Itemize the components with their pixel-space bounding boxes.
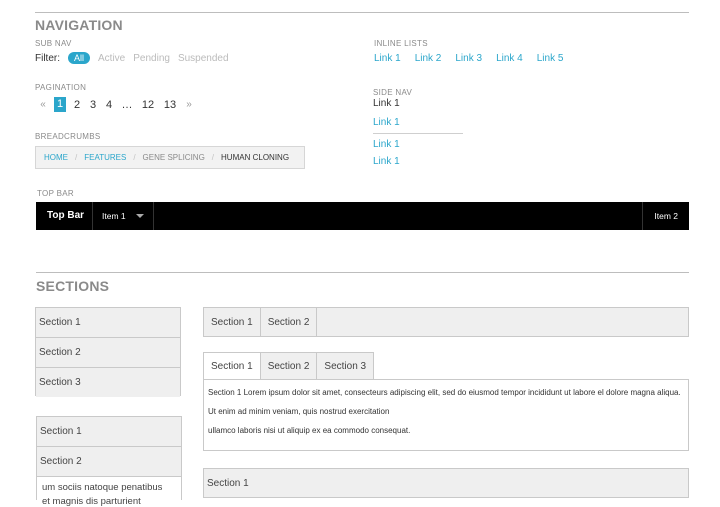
side-nav-divider [373,133,463,134]
pagination-page[interactable]: 13 [159,99,181,111]
breadcrumb-features[interactable]: FEATURES [84,153,126,162]
sections-divider [36,272,689,273]
side-nav-item[interactable]: Link 1 [373,139,400,150]
accordion-2-text: um sociis natoque penatibus [42,482,163,493]
breadcrumbs-caption: BREADCRUMBS [35,132,101,141]
breadcrumb-home[interactable]: HOME [44,153,68,162]
inline-link[interactable]: Link 3 [455,53,482,64]
tab-content-text: Section 1 Lorem ipsum dolor sit amet, co… [208,388,681,397]
sub-nav-item-active[interactable]: Active [98,53,125,64]
inline-link[interactable]: Link 5 [537,53,564,64]
pagination-page-current[interactable]: 1 [54,97,66,112]
pagination-caption: PAGINATION [35,83,87,92]
breadcrumb-separator: / [133,153,136,162]
accordion-section-3[interactable]: Section 3 [36,368,180,397]
sub-nav-item-suspended[interactable]: Suspended [178,53,229,64]
bottom-section-1[interactable]: Section 1 [204,469,688,497]
sub-nav-item-pending[interactable]: Pending [133,53,170,64]
top-bar-item-1-label: Item 1 [102,211,126,221]
sub-nav-item-all[interactable]: All [68,52,91,64]
inline-lists-caption: INLINE LISTS [374,39,428,48]
breadcrumb: HOME / FEATURES / GENE SPLICING / HUMAN … [35,146,305,169]
inline-link[interactable]: Link 1 [374,53,401,64]
section-tab-1[interactable]: Section 1 [204,308,261,336]
tab-section-1[interactable]: Section 1 [204,353,261,379]
accordion-2-text: et magnis dis parturient [42,496,141,507]
breadcrumb-gene-splicing[interactable]: GENE SPLICING [143,153,205,162]
top-bar-caption: TOP BAR [37,189,74,198]
tab-section-3[interactable]: Section 3 [317,353,374,379]
sub-nav-caption: SUB NAV [35,39,72,48]
tab-content: Section 1 Lorem ipsum dolor sit amet, co… [203,379,689,451]
navigation-heading: NAVIGATION [35,17,123,33]
pagination-prev[interactable]: « [35,99,51,110]
navigation-divider [35,12,689,13]
chevron-down-icon [135,214,144,218]
accordion-section-2[interactable]: Section 2 [36,338,180,368]
side-nav-caption: SIDE NAV [373,88,413,97]
accordion-2: Section 1 Section 2 um sociis natoque pe… [36,416,182,507]
inline-link[interactable]: Link 2 [415,53,442,64]
section-tab-bar: Section 1 Section 2 [203,307,689,337]
pagination: « 1 2 3 4 … 12 13 » [35,97,197,112]
accordion-section-1[interactable]: Section 1 [36,308,180,338]
bottom-section-panel: Section 1 [203,468,689,498]
accordion-2-section-1[interactable]: Section 1 [37,417,181,447]
section-tab-2[interactable]: Section 2 [260,308,318,336]
tab-section-2[interactable]: Section 2 [260,353,318,379]
tab-content-text: Ut enim ad minim veniam, quis nostrud ex… [208,407,390,416]
sections-heading: SECTIONS [36,278,110,294]
top-bar: Top Bar Item 1 Item 2 [36,202,689,230]
pagination-next[interactable]: » [181,99,197,110]
side-nav-item[interactable]: Link 1 [373,156,400,167]
breadcrumb-separator: / [211,153,215,162]
pagination-page[interactable]: 3 [85,99,101,111]
pagination-page[interactable]: 4 [101,99,117,111]
tabs: Section 1 Section 2 Section 3 [203,352,375,379]
inline-link[interactable]: Link 4 [496,53,523,64]
side-nav-item-active[interactable]: Link 1 [373,98,400,109]
accordion-2-content: um sociis natoque penatibus et magnis di… [37,477,181,507]
breadcrumb-human-cloning: HUMAN CLONING [221,153,290,162]
inline-list: Link 1 Link 2 Link 3 Link 4 Link 5 [374,53,563,64]
top-bar-item-2[interactable]: Item 2 [642,202,689,230]
top-bar-item-1[interactable]: Item 1 [92,202,154,230]
pagination-ellipsis: … [121,98,133,111]
vertical-accordion: Section 1 Section 2 Section 3 [35,307,181,397]
top-bar-brand[interactable]: Top Bar [47,210,84,221]
pagination-page[interactable]: 2 [69,99,85,111]
tab-content-text: ullamco laboris nisi ut aliquip ex ea co… [208,426,411,435]
pagination-page[interactable]: 12 [137,99,159,111]
filter-label: Filter: [35,52,60,64]
side-nav-item[interactable]: Link 1 [373,117,400,128]
top-bar-item-2-label: Item 2 [654,211,678,221]
breadcrumb-separator: / [75,153,78,162]
accordion-2-section-2[interactable]: Section 2 [37,447,181,477]
sub-nav: Filter: All Active Pending Suspended [35,52,229,64]
